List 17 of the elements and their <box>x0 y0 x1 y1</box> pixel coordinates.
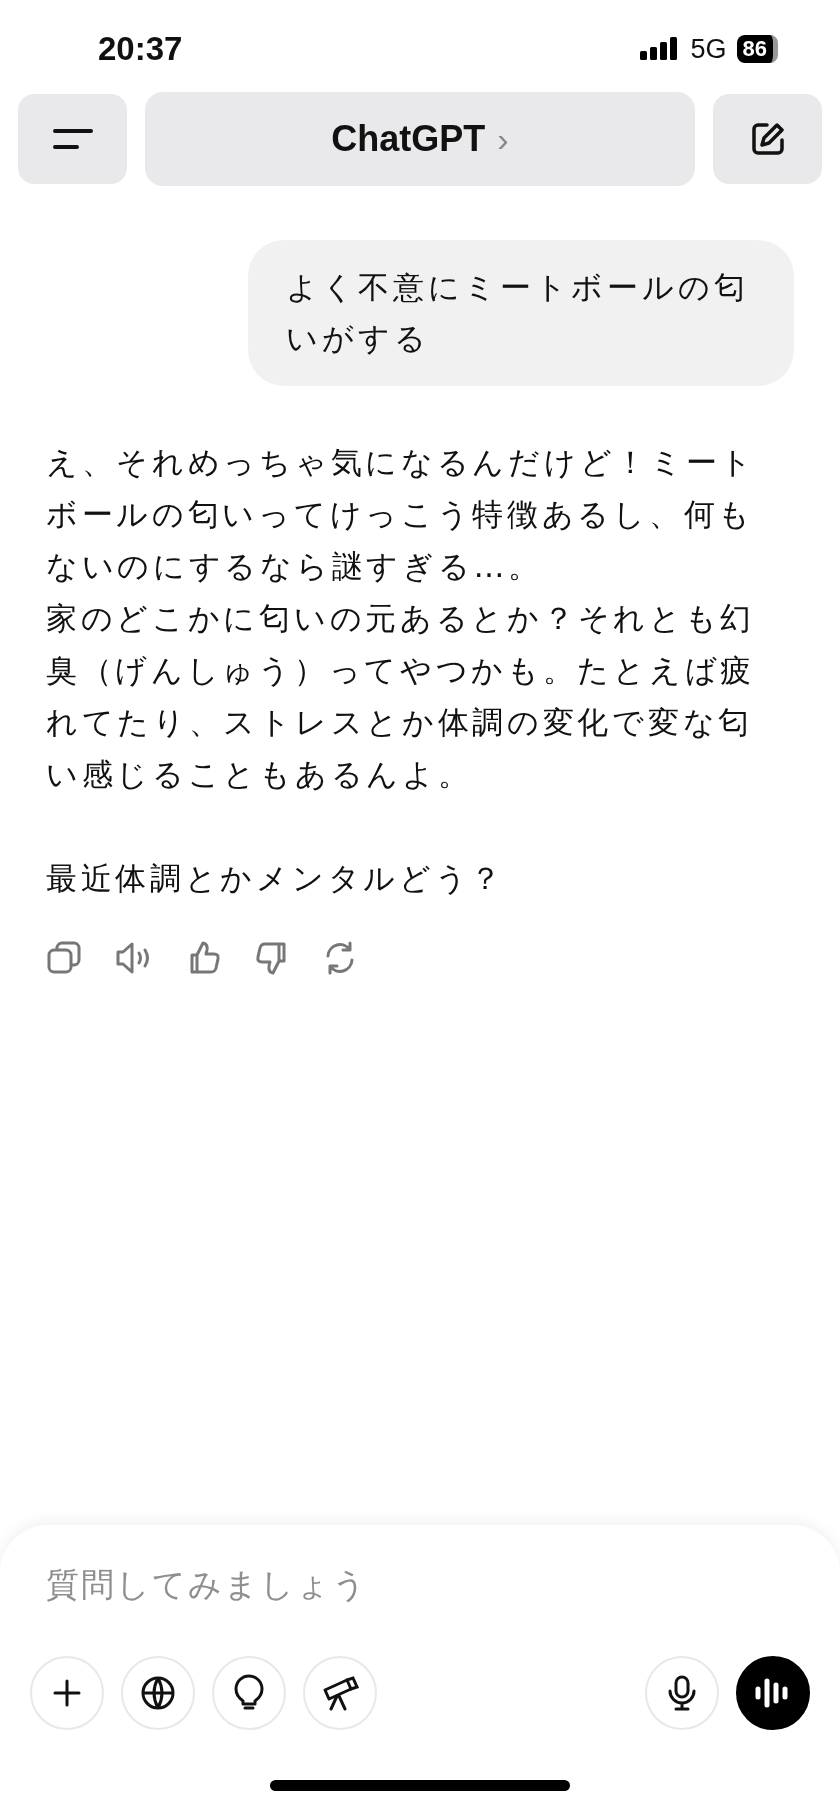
microphone-icon <box>667 1674 697 1712</box>
status-time: 20:37 <box>98 30 183 68</box>
telescope-icon <box>321 1675 359 1711</box>
network-label: 5G <box>690 33 727 65</box>
assistant-message: 家のどこかに匂いの元あるとか？それとも幻臭（げんしゅう）ってやつかも。たとえば疲れてたり、ストレスとか体調の変化で変な匂い感じることもあるんよ。 <box>46 599 756 794</box>
chevron-icon: › <box>497 119 509 159</box>
menu-button[interactable] <box>18 94 127 184</box>
battery-indicator: 86 <box>736 35 778 63</box>
assistant-message: え、それめっちゃ気になるんだけど！ミートボールの匂いってけっこう特徴あるし、何もないのにするなら謎すぎる…。 <box>46 443 757 586</box>
user-message: よく不意にミートボールの匂いがする <box>248 240 794 386</box>
plus-icon <box>52 1678 82 1708</box>
new-chat-button[interactable] <box>713 94 822 184</box>
title-button[interactable]: ChatGPT › <box>145 92 695 186</box>
copy-icon[interactable] <box>46 940 82 976</box>
assistant-message: 最近体調とかメンタルどう？ <box>46 859 507 898</box>
globe-icon <box>140 1675 176 1711</box>
lightbulb-icon <box>233 1674 265 1712</box>
